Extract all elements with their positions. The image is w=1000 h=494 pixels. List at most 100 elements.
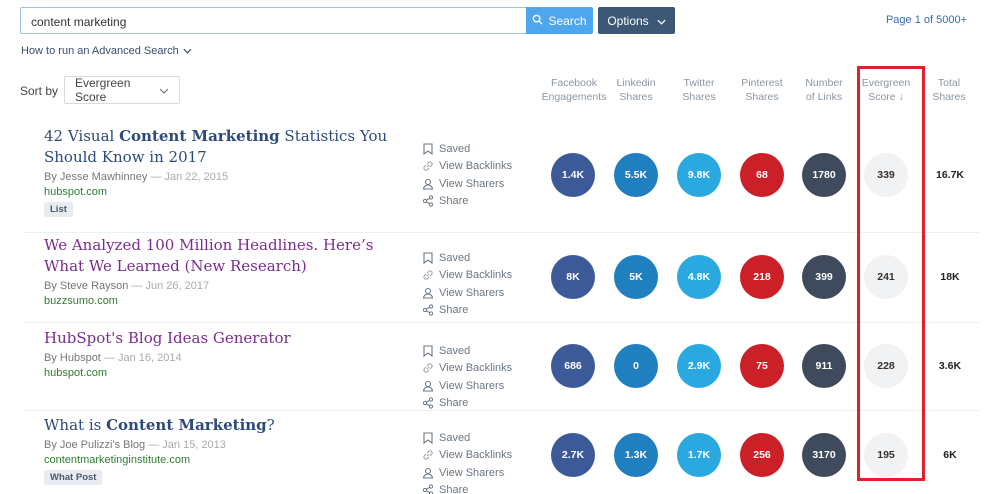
- action-view-backlinks[interactable]: View Backlinks: [422, 360, 512, 378]
- user-icon: [422, 178, 434, 190]
- result-actions: Saved View Backlinks View Sharers Share: [422, 140, 512, 210]
- chevron-down-icon: [183, 45, 192, 57]
- result-author[interactable]: By Jesse Mawhinney: [44, 171, 147, 183]
- metric-linkedin[interactable]: 5K: [614, 255, 658, 299]
- metric-linkedin[interactable]: 0: [614, 344, 658, 388]
- metric-facebook[interactable]: 2.7K: [551, 433, 595, 477]
- meta-separator: —: [128, 280, 146, 292]
- action-share[interactable]: Share: [422, 482, 512, 494]
- action-share[interactable]: Share: [422, 302, 512, 320]
- share-icon: [422, 195, 434, 207]
- action-saved[interactable]: Saved: [422, 429, 512, 447]
- action-view-backlinks[interactable]: View Backlinks: [422, 267, 512, 285]
- user-icon: [422, 287, 434, 299]
- action-view-backlinks[interactable]: View Backlinks: [422, 158, 512, 176]
- action-label: Share: [439, 304, 469, 317]
- link-icon: [422, 449, 434, 461]
- advanced-search-label: How to run an Advanced Search: [21, 45, 179, 57]
- user-icon: [422, 467, 434, 479]
- action-saved[interactable]: Saved: [422, 140, 512, 158]
- metric-links[interactable]: 399: [802, 255, 846, 299]
- action-label: View Backlinks: [439, 160, 513, 173]
- action-label: Saved: [439, 251, 471, 264]
- result-title-segment: Content Marketing: [106, 416, 267, 434]
- meta-separator: —: [147, 171, 165, 183]
- metric-pinterest[interactable]: 218: [740, 255, 784, 299]
- column-header-pinterest[interactable]: Pinterest Shares: [727, 76, 797, 104]
- options-button-label: Options: [607, 13, 649, 28]
- action-label: View Sharers: [439, 466, 505, 479]
- metric-links[interactable]: 3170: [802, 433, 846, 477]
- action-label: Share: [439, 195, 469, 208]
- action-label: View Sharers: [439, 286, 505, 299]
- action-label: View Backlinks: [439, 449, 513, 462]
- action-view-sharers[interactable]: View Sharers: [422, 175, 512, 193]
- result-type-badge: List: [44, 202, 73, 217]
- action-label: Saved: [439, 344, 471, 357]
- action-label: Saved: [439, 142, 471, 155]
- result-author[interactable]: By Joe Pulizzi's Blog: [44, 439, 145, 451]
- result-actions: Saved View Backlinks View Sharers Share: [422, 342, 512, 412]
- column-header-evergreen[interactable]: Evergreen Score ↓: [851, 76, 921, 104]
- metric-evergreen-score: 339: [864, 153, 908, 197]
- result-title-segment: We Analyzed 100 Million Headlines. Here’…: [44, 236, 374, 275]
- link-icon: [422, 269, 434, 281]
- metric-pinterest[interactable]: 68: [740, 153, 784, 197]
- result-domain-link[interactable]: contentmarketinginstitute.com: [44, 454, 190, 466]
- bookmark-icon: [422, 143, 434, 155]
- metric-total-shares: 3.6K: [938, 360, 962, 372]
- action-view-sharers[interactable]: View Sharers: [422, 377, 512, 395]
- result-domain-link[interactable]: hubspot.com: [44, 186, 107, 198]
- result-title-link[interactable]: What is Content Marketing?: [44, 415, 414, 436]
- metric-twitter[interactable]: 4.8K: [677, 255, 721, 299]
- result-title-link[interactable]: HubSpot's Blog Ideas Generator: [44, 328, 414, 349]
- metric-links[interactable]: 911: [802, 344, 846, 388]
- row-divider: [24, 322, 980, 323]
- result-meta: By Steve Rayson — Jun 26, 2017: [44, 280, 209, 292]
- column-header-twitter[interactable]: Twitter Shares: [664, 76, 734, 104]
- metric-links[interactable]: 1780: [802, 153, 846, 197]
- action-view-backlinks[interactable]: View Backlinks: [422, 447, 512, 465]
- result-author[interactable]: By Steve Rayson: [44, 280, 128, 292]
- metric-evergreen-score: 228: [864, 344, 908, 388]
- action-label: Share: [439, 484, 469, 494]
- result-domain-link[interactable]: buzzsumo.com: [44, 295, 118, 307]
- column-header-total[interactable]: Total Shares: [914, 76, 984, 104]
- metric-facebook[interactable]: 686: [551, 344, 595, 388]
- action-view-sharers[interactable]: View Sharers: [422, 284, 512, 302]
- metric-pinterest[interactable]: 75: [740, 344, 784, 388]
- result-title-segment: What is: [44, 416, 107, 434]
- action-share[interactable]: Share: [422, 193, 512, 211]
- result-title-segment: HubSpot's Blog Ideas Generator: [44, 329, 291, 347]
- result-date: Jan 15, 2013: [162, 439, 226, 451]
- action-saved[interactable]: Saved: [422, 342, 512, 360]
- search-button[interactable]: Search: [526, 7, 593, 34]
- action-view-sharers[interactable]: View Sharers: [422, 464, 512, 482]
- metric-pinterest[interactable]: 256: [740, 433, 784, 477]
- advanced-search-link[interactable]: How to run an Advanced Search: [21, 45, 192, 57]
- metric-twitter[interactable]: 9.8K: [677, 153, 721, 197]
- metric-linkedin[interactable]: 5.5K: [614, 153, 658, 197]
- action-share[interactable]: Share: [422, 395, 512, 413]
- metric-twitter[interactable]: 1.7K: [677, 433, 721, 477]
- search-input[interactable]: content marketing: [20, 7, 526, 34]
- chevron-down-icon: [159, 83, 169, 97]
- sort-select[interactable]: Evergreen Score: [64, 76, 180, 104]
- result-title-link[interactable]: 42 Visual Content Marketing Statistics Y…: [44, 126, 414, 168]
- options-button[interactable]: Options: [598, 7, 675, 34]
- share-icon: [422, 304, 434, 316]
- action-saved[interactable]: Saved: [422, 249, 512, 267]
- result-domain-link[interactable]: hubspot.com: [44, 367, 107, 379]
- metric-linkedin[interactable]: 1.3K: [614, 433, 658, 477]
- metric-twitter[interactable]: 2.9K: [677, 344, 721, 388]
- result-author[interactable]: By Hubspot: [44, 352, 101, 364]
- column-header-links[interactable]: Number of Links: [789, 76, 859, 104]
- result-type-badge: What Post: [44, 470, 103, 485]
- metric-facebook[interactable]: 8K: [551, 255, 595, 299]
- metric-facebook[interactable]: 1.4K: [551, 153, 595, 197]
- result-title-link[interactable]: We Analyzed 100 Million Headlines. Here’…: [44, 235, 414, 277]
- column-header-linkedin[interactable]: Linkedin Shares: [601, 76, 671, 104]
- pagination-info: Page 1 of 5000+: [885, 14, 967, 26]
- action-label: Saved: [439, 431, 471, 444]
- column-header-facebook[interactable]: Facebook Engagements: [539, 76, 609, 104]
